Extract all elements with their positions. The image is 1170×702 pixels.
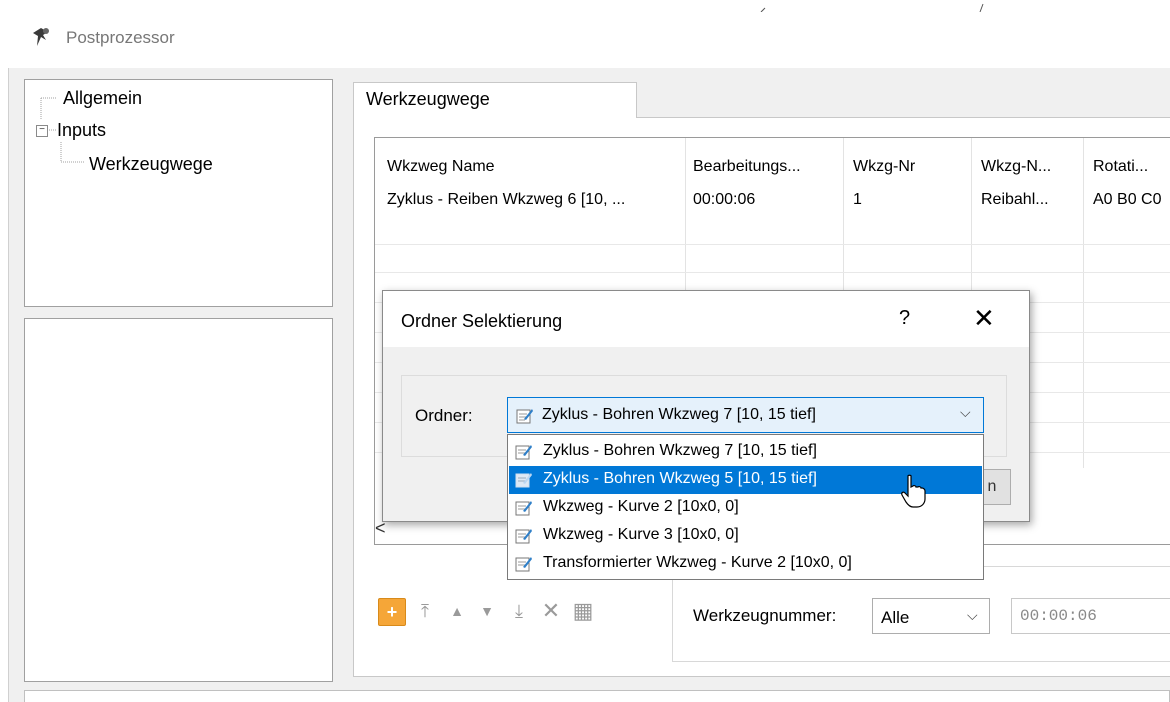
dropdown-option-label: Wkzweg - Kurve 3 [10x0, 0] xyxy=(543,526,739,543)
time-field[interactable]: 00:00:06 xyxy=(1011,598,1170,634)
toolpath-icon xyxy=(515,501,532,516)
dropdown-option[interactable]: Transformierter Wkzweg - Kurve 2 [10x0, … xyxy=(509,550,982,578)
column-divider xyxy=(1083,138,1084,468)
dropdown-option[interactable]: Wkzweg - Kurve 3 [10x0, 0] xyxy=(509,522,982,550)
move-down-button[interactable]: ▼ xyxy=(474,598,500,624)
dropdown-option-label: Transformierter Wkzweg - Kurve 2 [10x0, … xyxy=(543,554,852,571)
delete-button[interactable]: ✕ xyxy=(538,598,564,624)
tree-item-inputs[interactable]: Inputs xyxy=(57,120,106,141)
move-bottom-button[interactable]: ⤓ xyxy=(506,598,532,624)
column-header-tool-number[interactable]: Wkzg-Nr xyxy=(853,158,969,176)
tree-item-werkzeugwege[interactable]: Werkzeugwege xyxy=(89,154,213,175)
window-title: Postprozessor xyxy=(66,28,175,47)
help-button[interactable]: ? xyxy=(899,307,910,330)
toolpath-icon xyxy=(515,445,532,460)
table-cell-rotation[interactable]: A0 B0 C0 xyxy=(1093,191,1170,209)
window-decoration xyxy=(760,3,984,12)
table-cell-duration[interactable]: 00:00:06 xyxy=(693,191,839,209)
toolpath-icon xyxy=(515,473,532,488)
hand-pointer-icon xyxy=(901,474,926,508)
tool-number-value: Alle xyxy=(881,608,910,627)
collapse-icon[interactable]: − xyxy=(36,125,48,137)
table-cell-tool-number[interactable]: 1 xyxy=(853,191,969,209)
toolpath-icon xyxy=(516,409,533,424)
add-button[interactable]: + xyxy=(378,598,406,626)
column-header-rotation[interactable]: Rotati... xyxy=(1093,158,1170,176)
tree-item-allgemein[interactable]: Allgemein xyxy=(63,88,142,109)
table-button[interactable]: ▦ xyxy=(570,598,596,624)
table-cell-name[interactable]: Zyklus - Reiben Wkzweg 6 [10, ... xyxy=(387,191,683,209)
close-button[interactable]: ✕ xyxy=(973,303,995,334)
tab-werkzeugwege[interactable]: Werkzeugwege xyxy=(353,82,637,118)
move-up-button[interactable]: ▲ xyxy=(444,598,470,624)
properties-panel xyxy=(24,318,333,682)
row-divider xyxy=(375,244,1170,245)
table-cell-tool-name[interactable]: Reibahl... xyxy=(981,191,1081,209)
app-icon xyxy=(33,28,49,46)
row-divider xyxy=(375,272,1170,273)
ordner-label: Ordner: xyxy=(415,406,473,425)
dropdown-option-label: Wkzweg - Kurve 2 [10x0, 0] xyxy=(543,498,739,515)
tool-number-label: Werkzeugnummer: xyxy=(693,606,837,625)
status-bar xyxy=(24,690,1170,702)
toolpath-icon xyxy=(515,557,532,572)
column-header-tool-name[interactable]: Wkzg-N... xyxy=(981,158,1081,176)
dropdown-option-label: Zyklus - Bohren Wkzweg 5 [10, 15 tief] xyxy=(543,470,817,487)
dialog-title: Ordner Selektierung xyxy=(401,311,563,331)
move-top-button[interactable]: ⤒ xyxy=(412,598,438,624)
dropdown-option[interactable]: Zyklus - Bohren Wkzweg 7 [10, 15 tief] xyxy=(509,438,982,466)
navigation-tree[interactable]: − Allgemein Inputs Werkzeugwege xyxy=(24,79,333,307)
chevron-down-icon: ⌵ xyxy=(960,404,971,420)
tool-number-select[interactable]: Alle ⌵ xyxy=(872,598,990,634)
toolpath-icon xyxy=(515,529,532,544)
chevron-down-icon: ⌵ xyxy=(967,607,978,623)
toolbar: + ⤒ ▲ ▼ ⤓ ✕ ▦ xyxy=(376,596,646,628)
column-header-name[interactable]: Wkzweg Name xyxy=(387,158,677,176)
ordner-combobox[interactable]: Zyklus - Bohren Wkzweg 7 [10, 15 tief] ⌵ xyxy=(507,397,984,433)
column-header-duration[interactable]: Bearbeitungs... xyxy=(693,158,839,176)
dropdown-option-label: Zyklus - Bohren Wkzweg 7 [10, 15 tief] xyxy=(543,442,817,459)
ordner-combobox-value: Zyklus - Bohren Wkzweg 7 [10, 15 tief] xyxy=(542,406,816,423)
